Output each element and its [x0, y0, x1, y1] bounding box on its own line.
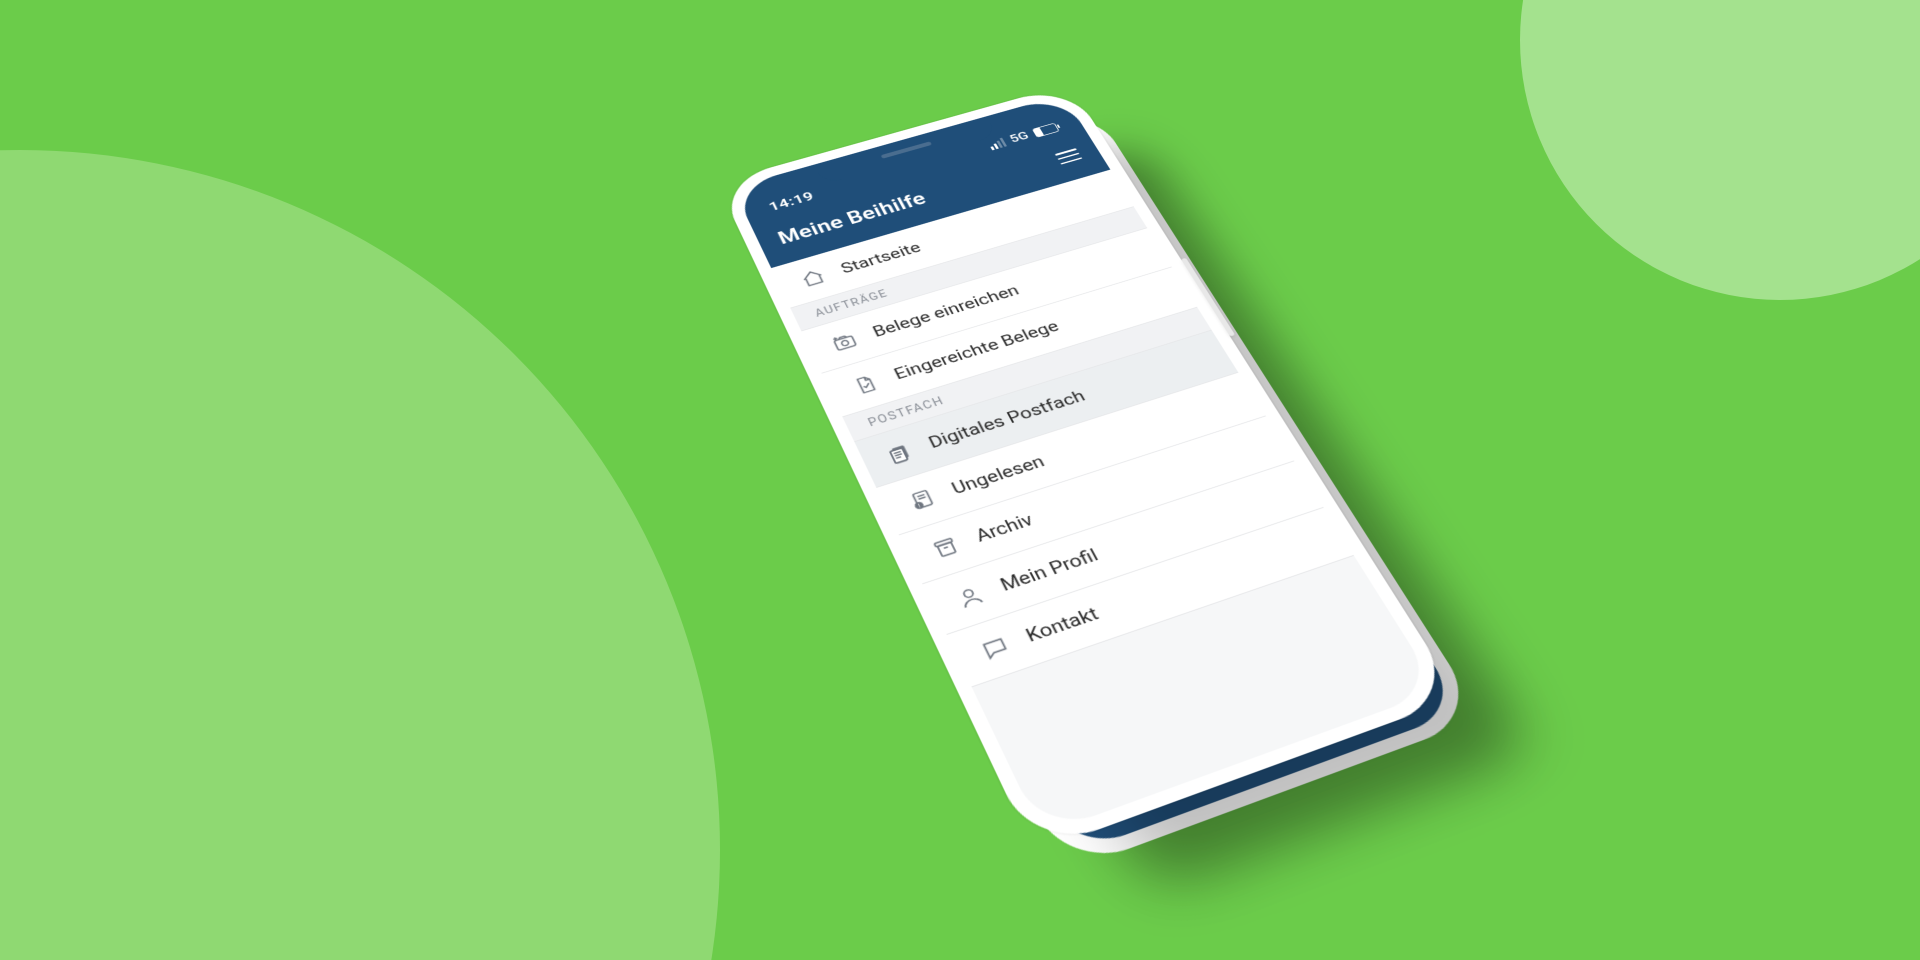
document-badge-icon: ! — [903, 484, 942, 515]
signal-icon — [987, 137, 1007, 150]
battery-icon — [1032, 122, 1060, 137]
home-icon — [795, 265, 831, 292]
nav-label: Kontakt — [1023, 604, 1103, 647]
network-label: 5G — [1007, 129, 1031, 145]
menu-icon[interactable] — [1055, 148, 1083, 164]
nav-item-mein-profil[interactable]: Mein Profil — [923, 461, 1324, 635]
app-screen: 14:19 5G Meine Beihilfe — [733, 95, 1439, 835]
phone-speaker — [881, 141, 932, 158]
user-icon — [950, 580, 991, 614]
bg-circle-small — [1520, 0, 1920, 300]
phone-mockup-front: 14:19 5G Meine Beihilfe — [717, 84, 1460, 853]
documents-icon — [880, 438, 918, 468]
nav-item-kontakt[interactable]: Kontakt — [947, 508, 1354, 688]
nav-label: Archiv — [972, 510, 1036, 546]
svg-text:!: ! — [917, 503, 922, 509]
bg-circle-large — [0, 150, 720, 960]
nav-label: Mein Profil — [997, 545, 1102, 596]
chat-icon — [975, 631, 1017, 666]
nav-menu: Startseite AUFTRÄGE Belege einreichen — [771, 170, 1354, 688]
nav-label: Ungelesen — [949, 452, 1049, 499]
document-check-icon — [847, 370, 884, 399]
camera-plus-icon — [826, 328, 863, 356]
promo-background: 14:19 5G Meine Beihilfe — [0, 0, 1920, 960]
archive-icon — [926, 531, 966, 563]
